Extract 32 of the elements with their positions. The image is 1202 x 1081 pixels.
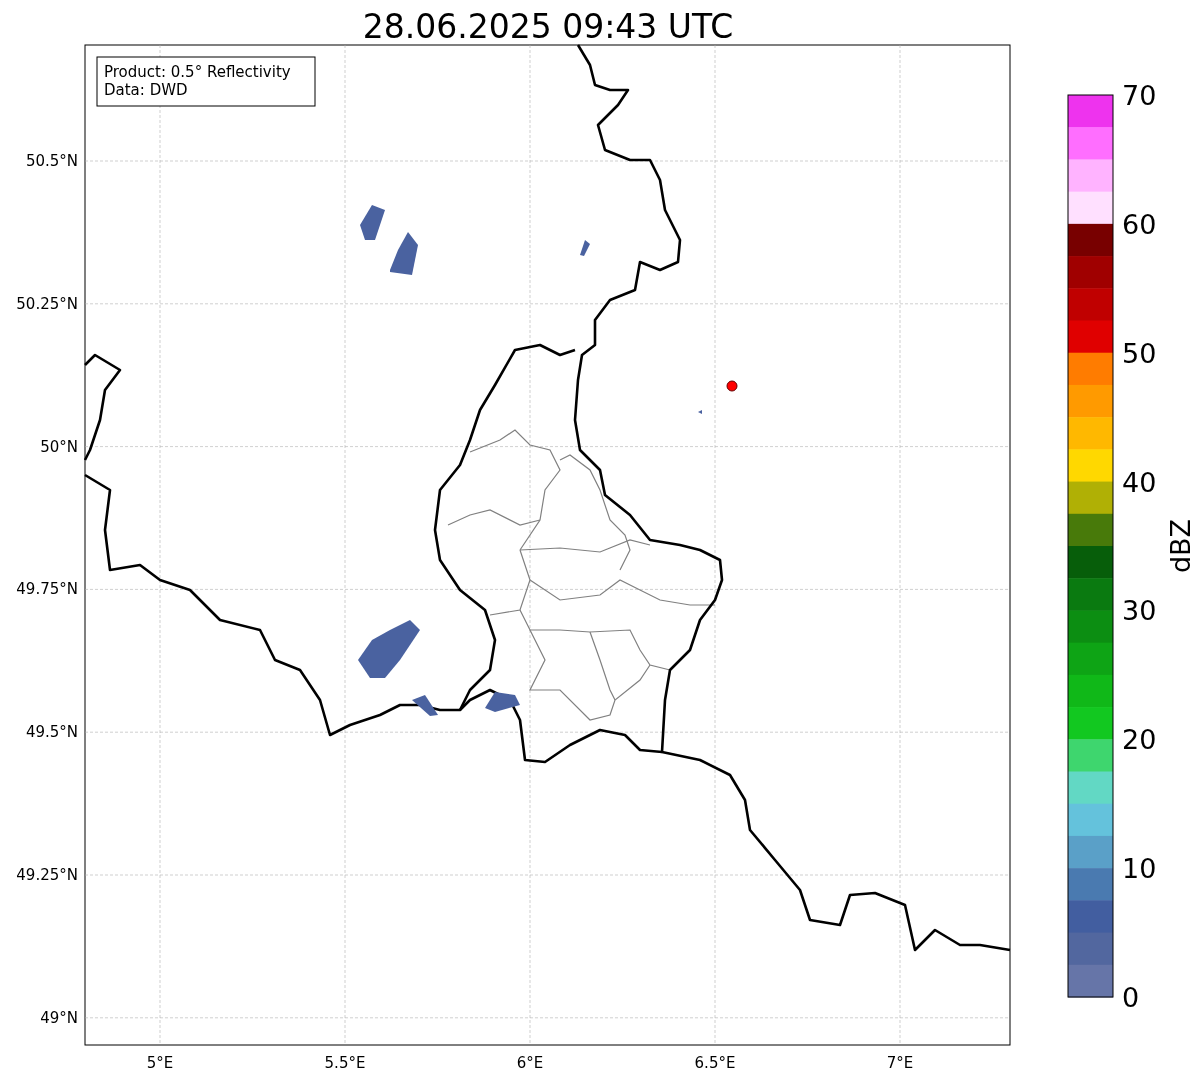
latitude-tick-label: 49.75°N (16, 580, 78, 599)
colorbar-tick-label: 30 (1122, 595, 1157, 627)
radar-echo (360, 205, 385, 240)
latitude-tick-label: 50.5°N (25, 152, 78, 170)
colorbar-tick-label: 20 (1122, 724, 1157, 756)
legend-text: Product: 0.5° Reflectivity (104, 63, 291, 81)
longitude-tick-label: 5°E (146, 1054, 174, 1072)
colorbar-tick-label: 50 (1122, 337, 1157, 369)
latitude-tick-label: 49°N (40, 1008, 78, 1027)
radar-echo (580, 240, 590, 256)
longitude-tick-label: 6.5°E (694, 1054, 736, 1072)
legend-text: Data: DWD (104, 81, 188, 99)
colorbar-tick-label: 0 (1122, 982, 1140, 1013)
radar-echo (485, 692, 520, 712)
colorbar-tick-label: 10 (1122, 853, 1157, 885)
longitude-tick-label: 7°E (886, 1054, 914, 1072)
radar-site-marker (726, 380, 738, 392)
colorbar-tick-label: 60 (1122, 208, 1157, 240)
latitude-tick-label: 50.25°N (16, 294, 78, 313)
radar-echo (390, 232, 418, 275)
radar-echo (698, 410, 702, 414)
latitude-tick-label: 49.25°N (16, 866, 78, 884)
colorbar-tick-label: 40 (1122, 466, 1157, 498)
colorbar-label: dBZ (1165, 518, 1196, 574)
latitude-tick-label: 49.5°N (25, 723, 78, 742)
radar-echo (412, 695, 438, 716)
colorbar-tick-label: 70 (1122, 80, 1157, 111)
latitude-tick-label: 50°N (40, 437, 78, 456)
chart-title: 28.06.2025 09:43 UTC (362, 7, 734, 46)
radar-echo (358, 620, 420, 678)
longitude-tick-label: 6°E (516, 1054, 544, 1072)
longitude-tick-label: 5.5°E (324, 1054, 366, 1072)
